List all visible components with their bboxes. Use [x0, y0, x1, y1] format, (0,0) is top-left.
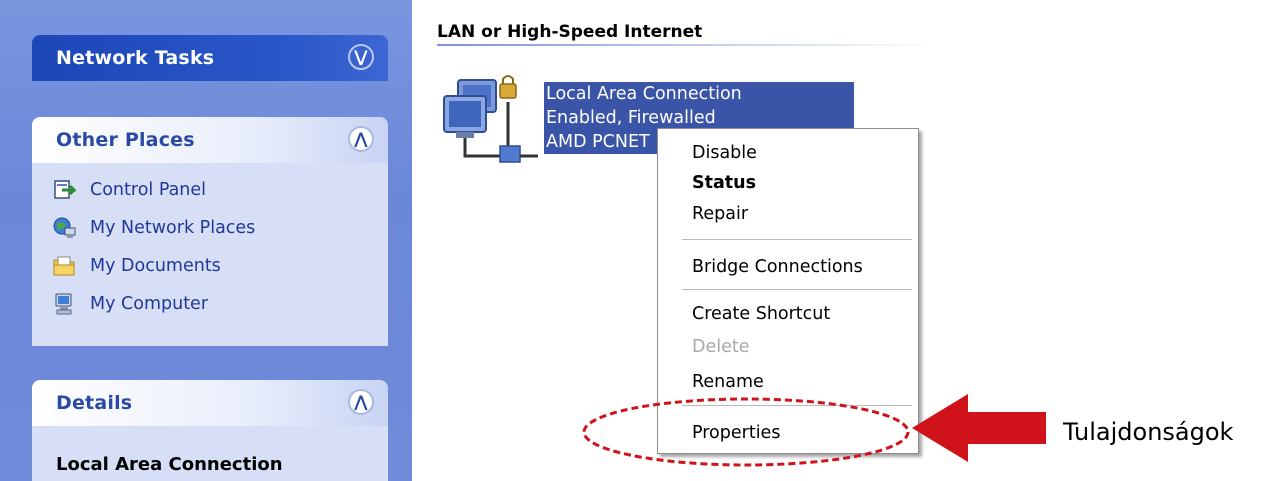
- place-label: My Computer: [90, 294, 209, 314]
- details-header[interactable]: Details ⋀: [32, 380, 388, 426]
- place-label: Control Panel: [90, 180, 207, 200]
- menu-item-rename[interactable]: Rename: [692, 372, 764, 392]
- lan-connection-icon[interactable]: [438, 72, 542, 168]
- expand-chevron-icon[interactable]: ⋁: [348, 44, 374, 70]
- menu-item-bridge-connections[interactable]: Bridge Connections: [692, 257, 863, 277]
- menu-item-create-shortcut[interactable]: Create Shortcut: [692, 304, 830, 324]
- details-body: Local Area Connection: [32, 426, 388, 481]
- menu-item-properties[interactable]: Properties: [692, 423, 780, 443]
- computer-icon: [52, 292, 76, 316]
- menu-separator: [682, 289, 912, 290]
- menu-item-disable[interactable]: Disable: [692, 143, 757, 163]
- network-places-icon: [52, 216, 76, 240]
- menu-separator: [682, 405, 912, 406]
- details-title: Details: [56, 392, 133, 414]
- menu-item-status[interactable]: Status: [692, 173, 756, 193]
- menu-separator: [682, 239, 912, 240]
- details-connection-name: Local Area Connection: [56, 454, 283, 475]
- connection-name: Local Area Connection: [546, 84, 742, 104]
- collapse-chevron-icon[interactable]: ⋀: [348, 389, 374, 415]
- section-divider: [437, 44, 937, 46]
- place-my-computer[interactable]: My Computer: [32, 285, 388, 323]
- red-arrow-icon: [912, 394, 1046, 462]
- place-control-panel[interactable]: Control Panel: [32, 171, 388, 209]
- place-label: My Network Places: [90, 218, 256, 238]
- menu-item-repair[interactable]: Repair: [692, 204, 748, 224]
- documents-folder-icon: [52, 254, 76, 278]
- place-my-network-places[interactable]: My Network Places: [32, 209, 388, 247]
- menu-item-delete: Delete: [692, 337, 750, 357]
- connection-status: Enabled, Firewalled: [546, 108, 716, 128]
- context-menu: Disable Status Repair Bridge Connections…: [657, 128, 919, 454]
- annotation-label: Tulajdonságok: [1063, 418, 1234, 446]
- place-label: My Documents: [90, 256, 221, 276]
- task-pane: Network Tasks ⋁ Other Places ⋀ Control P…: [0, 0, 412, 481]
- section-title: LAN or High-Speed Internet: [437, 22, 703, 42]
- control-panel-icon: [52, 178, 76, 202]
- collapse-chevron-icon[interactable]: ⋀: [348, 126, 374, 152]
- network-tasks-title: Network Tasks: [56, 47, 215, 69]
- place-my-documents[interactable]: My Documents: [32, 247, 388, 285]
- other-places-body: Control Panel My Network Places My Docum…: [32, 163, 388, 346]
- network-tasks-header[interactable]: Network Tasks ⋁: [32, 35, 388, 81]
- other-places-title: Other Places: [56, 129, 195, 151]
- other-places-header[interactable]: Other Places ⋀: [32, 117, 388, 163]
